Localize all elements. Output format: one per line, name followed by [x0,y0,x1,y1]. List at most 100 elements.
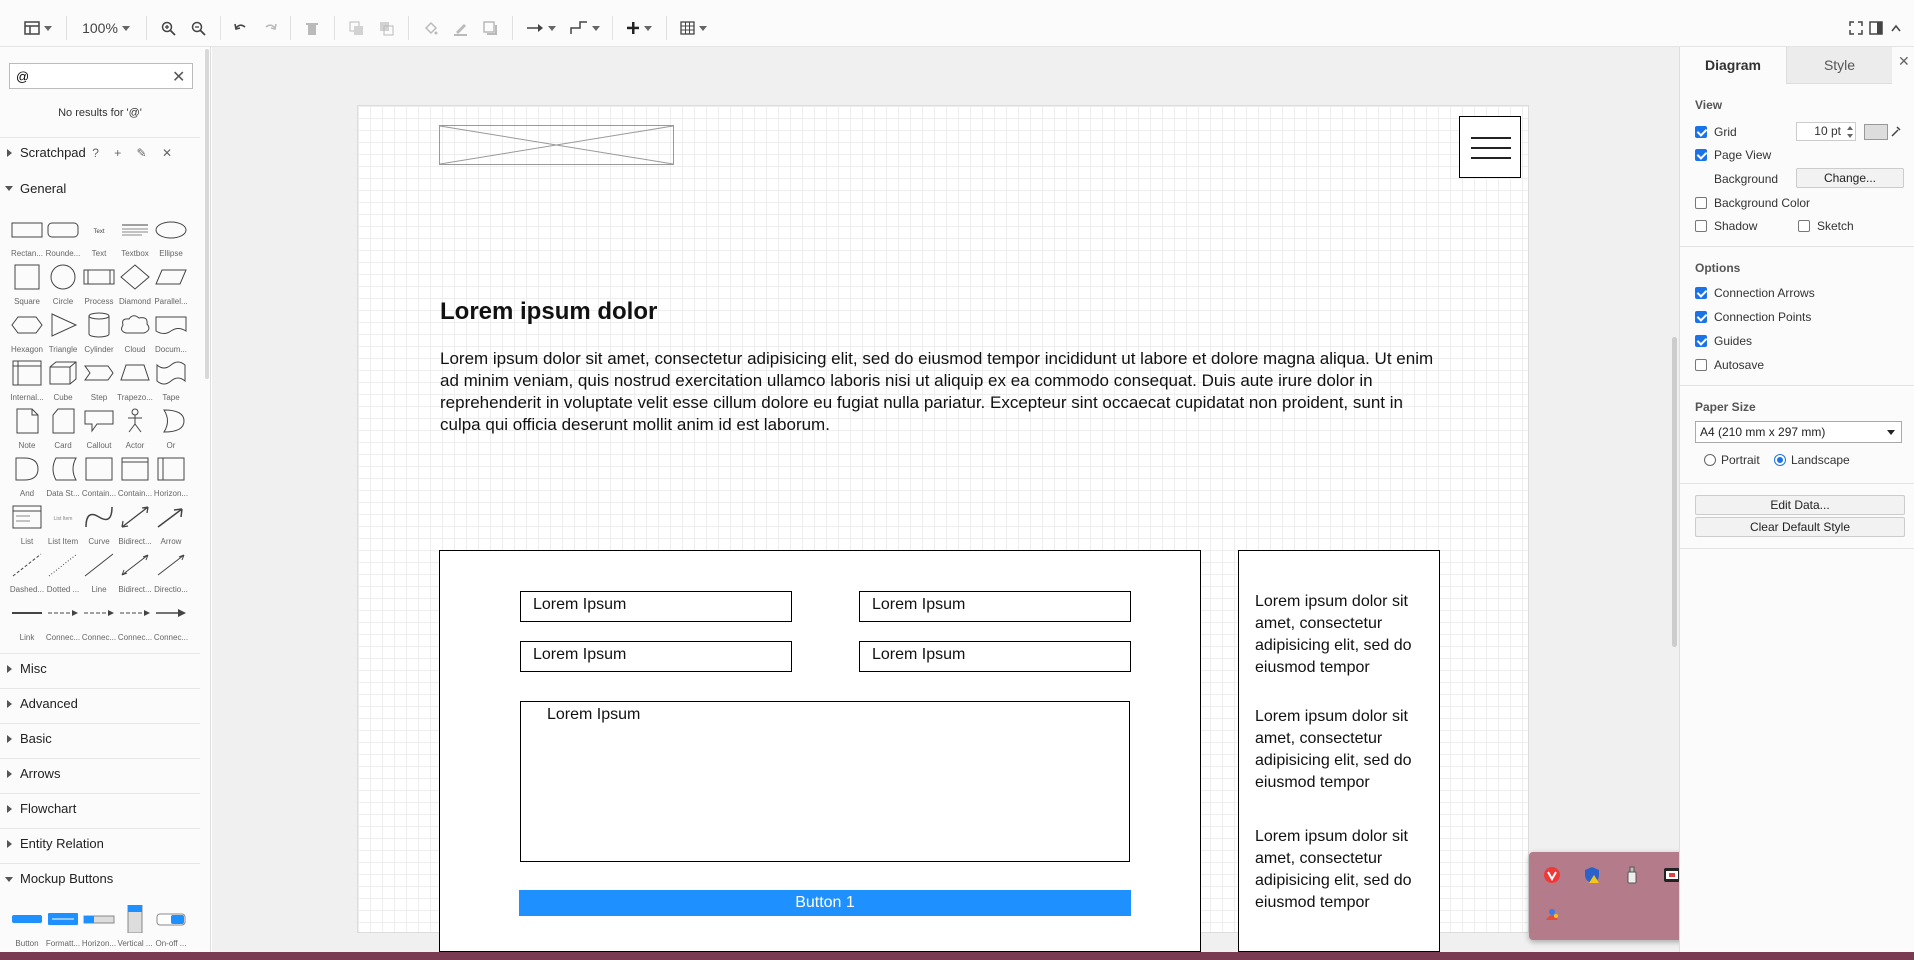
undo-button[interactable] [230,17,250,39]
shape-connec[interactable]: Connec... [82,599,116,647]
autosave-checkbox[interactable]: Autosave [1695,358,1764,372]
close-icon[interactable]: ✕ [172,67,185,87]
shadow-checkbox[interactable]: Shadow [1695,219,1757,233]
canvas-scrollbar[interactable] [1672,337,1677,647]
insert-dropdown[interactable] [622,17,656,39]
shape-trapezo[interactable]: Trapezo... [117,359,153,407]
sidebar-scrollbar[interactable] [205,49,209,379]
shape-connec[interactable]: Connec... [154,599,188,647]
mockup-side-text[interactable]: Lorem ipsum dolor sit amet, consectetur … [1255,706,1435,794]
section-general[interactable]: General [0,173,200,203]
shape-circle[interactable]: Circle [46,263,80,311]
hamburger-menu-icon[interactable] [1459,116,1521,178]
mockup-form-container[interactable]: Lorem Ipsum Lorem Ipsum Lorem Ipsum Lore… [439,550,1201,952]
mockup-side-text[interactable]: Lorem ipsum dolor sit amet, consectetur … [1255,591,1435,679]
view-menu-button[interactable] [20,17,56,39]
mockup-heading[interactable]: Lorem ipsum dolor [440,298,657,326]
shape-and[interactable]: And [10,455,44,503]
shape-list-item[interactable]: List Item List Item [46,503,80,551]
shape-horizon[interactable]: Horizon... [154,455,188,503]
zoom-dropdown[interactable]: 100% [78,17,134,39]
grid-color-swatch[interactable] [1864,124,1888,140]
shape-callout[interactable]: Callout [82,407,116,455]
section-flowchart[interactable]: Flowchart [0,793,200,823]
diagram-page[interactable]: Lorem ipsum dolor Lorem ipsum dolor sit … [357,105,1529,952]
shape-tape[interactable]: Tape [154,359,188,407]
line-color-button[interactable] [450,17,470,39]
shape-line[interactable]: Line [82,551,116,599]
section-entity-relation[interactable]: Entity Relation [0,828,200,858]
shape-cube[interactable]: Cube [46,359,80,407]
grid-checkbox[interactable]: Grid [1695,125,1737,139]
section-mockup-buttons[interactable]: Mockup Buttons [0,863,200,893]
change-background-button[interactable]: Change... [1796,168,1904,188]
shape-dotted[interactable]: Dotted ... [46,551,80,599]
tab-style[interactable]: Style [1786,47,1892,84]
paint-icon[interactable] [1543,906,1561,924]
diagram-canvas[interactable]: Lorem ipsum dolor Lorem ipsum dolor sit … [212,47,1679,960]
shape-bidirect[interactable]: Bidirect... [118,551,152,599]
shape-cylinder[interactable]: Cylinder [82,311,116,359]
redo-button[interactable] [260,17,280,39]
shape-mockup-horizon[interactable]: Horizon... [82,905,116,953]
shape-mockup-formatt[interactable]: Formatt... [46,905,80,953]
shape-data-st[interactable]: Data St... [46,455,80,503]
mockup-text-area[interactable]: Lorem Ipsum [520,701,1130,862]
mockup-text-field[interactable]: Lorem Ipsum [859,591,1131,622]
format-panel-toggle[interactable] [1866,17,1886,39]
shape-list[interactable]: List [10,503,44,551]
eyedropper-icon[interactable] [1890,125,1902,138]
shape-curve[interactable]: Curve [82,503,116,551]
zoom-in-button[interactable] [158,17,178,39]
mockup-side-panel[interactable]: Lorem ipsum dolor sit amet, consectetur … [1238,550,1440,952]
shape-link[interactable]: Link [10,599,44,647]
usb-drive-icon[interactable] [1623,866,1641,884]
shape-parallel[interactable]: Parallel... [154,263,188,311]
section-arrows[interactable]: Arrows [0,758,200,788]
shape-triangle[interactable]: Triangle [46,311,80,359]
shape-hexagon[interactable]: Hexagon [10,311,44,359]
shape-cloud[interactable]: Cloud [118,311,152,359]
shape-process[interactable]: Process [82,263,116,311]
connection-points-checkbox[interactable]: Connection Points [1695,310,1811,324]
shape-connec[interactable]: Connec... [118,599,152,647]
shape-or[interactable]: Or [154,407,188,455]
image-placeholder[interactable] [439,125,674,165]
section-scratchpad[interactable]: Scratchpad ? + ✎ ✕ [0,137,200,167]
shape-ellipse[interactable]: Ellipse [154,215,188,263]
table-dropdown[interactable] [676,17,710,39]
shape-actor[interactable]: Actor [118,407,152,455]
shape-dashed[interactable]: Dashed... [10,551,44,599]
to-front-button[interactable] [346,17,366,39]
sketch-checkbox[interactable]: Sketch [1798,219,1854,233]
shape-bidirect[interactable]: Bidirect... [118,503,152,551]
connection-arrows-checkbox[interactable]: Connection Arrows [1695,286,1815,300]
delete-button[interactable] [302,17,322,39]
waypoints-dropdown[interactable] [566,17,604,39]
shape-square[interactable]: Square [10,263,44,311]
to-back-button[interactable] [376,17,396,39]
close-icon[interactable]: ✕ [1898,53,1910,70]
paper-size-select[interactable]: A4 (210 mm x 297 mm) [1695,421,1902,443]
mockup-text-field[interactable]: Lorem Ipsum [859,641,1131,672]
shape-rounde[interactable]: Rounde... [46,215,80,263]
shape-step[interactable]: Step [82,359,116,407]
tab-diagram[interactable]: Diagram [1680,47,1786,84]
mockup-side-text[interactable]: Lorem ipsum dolor sit amet, consectetur … [1255,826,1435,914]
edit-data-button[interactable]: Edit Data... [1695,495,1905,515]
mockup-button[interactable]: Button 1 [519,890,1131,916]
section-basic[interactable]: Basic [0,723,200,753]
shape-contain[interactable]: Contain... [82,455,116,503]
shape-rectan[interactable]: Rectan... [10,215,44,263]
shape-docum[interactable]: Docum... [154,311,188,359]
mockup-text-field[interactable]: Lorem Ipsum [520,591,792,622]
shield-warning-icon[interactable] [1583,866,1601,884]
shape-mockup-button[interactable]: Button [10,905,44,953]
shape-mockup-vertical[interactable]: Vertical ... [117,905,153,953]
shape-arrow[interactable]: Arrow [154,503,188,551]
portrait-radio[interactable]: Portrait [1704,453,1760,467]
landscape-radio[interactable]: Landscape [1774,453,1850,467]
clear-default-style-button[interactable]: Clear Default Style [1695,517,1905,537]
fill-color-button[interactable] [420,17,440,39]
shape-diamond[interactable]: Diamond [118,263,152,311]
